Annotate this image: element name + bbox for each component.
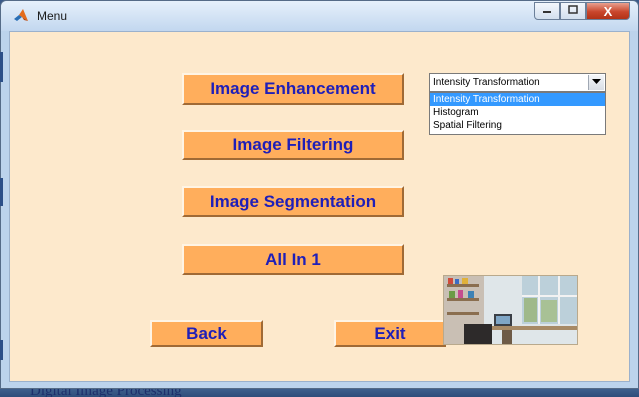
maximize-icon <box>568 5 578 17</box>
title-bar[interactable]: Menu X <box>1 1 638 31</box>
close-button[interactable]: X <box>586 2 630 20</box>
desktop-edge-mark <box>0 52 3 82</box>
dropdown-option-histogram[interactable]: Histogram <box>430 106 605 119</box>
dropdown-option-intensity-transformation[interactable]: Intensity Transformation <box>430 93 605 106</box>
exit-button[interactable]: Exit <box>334 320 446 347</box>
image-filtering-button[interactable]: Image Filtering <box>182 130 404 160</box>
image-segmentation-button[interactable]: Image Segmentation <box>182 186 404 217</box>
dropdown-option-spatial-filtering[interactable]: Spatial Filtering <box>430 119 605 132</box>
back-button[interactable]: Back <box>150 320 263 347</box>
room-photo-icon <box>443 275 578 345</box>
operation-dropdown[interactable]: Intensity Transformation <box>429 73 606 92</box>
menu-window: Menu X Image Enhancement Image Filtering… <box>0 0 639 389</box>
dropdown-selected-value: Intensity Transformation <box>433 77 540 88</box>
chevron-down-icon <box>592 74 601 91</box>
dropdown-options-list: Intensity Transformation Histogram Spati… <box>429 92 606 135</box>
all-in-one-button[interactable]: All In 1 <box>182 244 404 275</box>
minimize-button[interactable] <box>534 2 560 20</box>
image-enhancement-button[interactable]: Image Enhancement <box>182 73 404 105</box>
minimize-icon <box>542 5 552 17</box>
dropdown-arrow-button[interactable] <box>588 75 604 90</box>
desktop-edge-mark <box>0 178 3 206</box>
window-title: Menu <box>37 9 68 23</box>
close-icon: X <box>603 3 613 19</box>
desktop-edge-mark <box>0 340 3 360</box>
maximize-button[interactable] <box>560 2 586 20</box>
matlab-icon <box>13 8 29 24</box>
